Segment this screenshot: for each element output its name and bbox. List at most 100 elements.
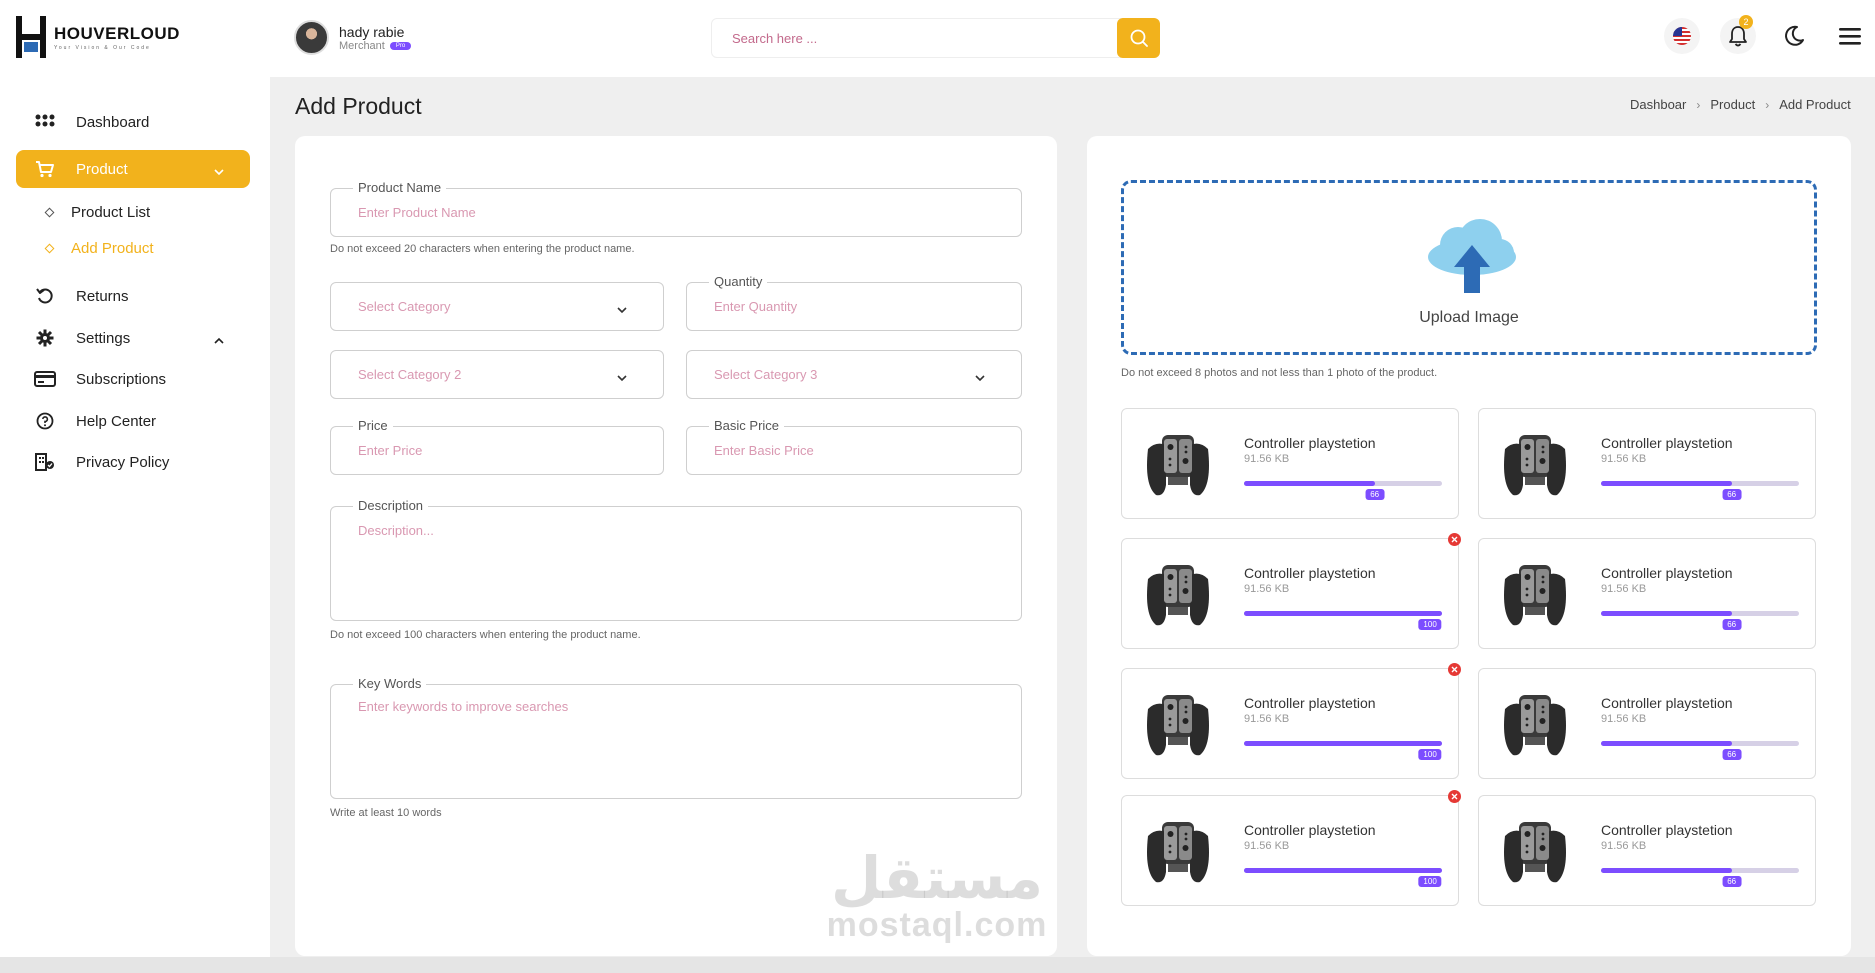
progress-value: 66	[1722, 619, 1742, 630]
chevron-down-icon	[975, 369, 985, 387]
progress-value: 100	[1418, 876, 1442, 887]
field-label: Description	[353, 498, 429, 513]
quantity-field[interactable]: Quantity Enter Quantity	[686, 274, 1022, 331]
controller-thumbnail	[1138, 425, 1218, 505]
upload-progress-bar: 100	[1244, 868, 1442, 887]
price-field[interactable]: Price Enter Price	[330, 418, 664, 475]
upload-progress-bar: 66	[1601, 741, 1799, 760]
logo-icon	[14, 16, 48, 58]
sidebar-item-label: Privacy Policy	[76, 453, 170, 471]
sidebar-item-dashboard[interactable]: Dashboard	[16, 103, 250, 141]
sidebar-item-label: Returns	[76, 287, 129, 305]
user-profile[interactable]: hady rabie Merchant Pro	[294, 20, 412, 55]
controller-thumbnail	[1138, 555, 1218, 635]
progress-fill	[1244, 611, 1442, 616]
keywords-hint: Write at least 10 words	[330, 807, 442, 819]
sidebar-item-privacy-policy[interactable]: Privacy Policy	[16, 443, 250, 481]
sidebar-subitem-label: Product List	[71, 204, 151, 221]
progress-value: 66	[1365, 489, 1385, 500]
brand-tagline: Your Vision & Our Code	[54, 44, 151, 51]
sidebar-item-help-center[interactable]: Help Center	[16, 402, 250, 440]
controller-thumbnail	[1138, 812, 1218, 892]
image-title: Controller playstetion	[1244, 822, 1376, 838]
field-placeholder: Enter Product Name	[358, 205, 476, 220]
image-size: 91.56 KB	[1601, 583, 1647, 595]
field-placeholder: Enter keywords to improve searches	[358, 699, 569, 714]
dark-mode-toggle[interactable]	[1776, 18, 1812, 54]
breadcrumb-dashboard[interactable]: Dashboar	[1630, 97, 1686, 112]
watermark-arabic: مستقل	[830, 844, 1044, 912]
product-name-field[interactable]: Product Name Enter Product Name	[330, 180, 1022, 237]
grid-icon	[34, 111, 56, 133]
description-hint: Do not exceed 100 characters when enteri…	[330, 629, 641, 641]
sidebar-subitem-product-list[interactable]: Product List	[44, 204, 151, 221]
field-label: Quantity	[709, 274, 768, 289]
sidebar-item-label: Dashboard	[76, 113, 150, 131]
upload-progress-bar: 66	[1601, 611, 1799, 630]
sidebar-item-label: Product	[76, 160, 128, 178]
remove-image-button[interactable]	[1448, 533, 1461, 546]
brand-logo[interactable]: HOUVERLOUD Your Vision & Our Code	[14, 16, 180, 58]
progress-fill	[1601, 741, 1732, 746]
upload-dropzone[interactable]: Upload Image	[1121, 180, 1817, 355]
sidebar-item-label: Subscriptions	[76, 370, 167, 388]
image-size: 91.56 KB	[1244, 453, 1290, 465]
chevron-right-icon: ›	[1765, 97, 1770, 112]
sidebar-item-product[interactable]: Product	[16, 150, 250, 188]
field-label: Price	[353, 418, 393, 433]
moon-icon	[1785, 25, 1804, 46]
basic-price-field[interactable]: Basic Price Enter Basic Price	[686, 418, 1022, 475]
upload-progress-bar: 66	[1601, 868, 1799, 887]
field-label: Product Name	[353, 180, 447, 195]
image-card[interactable]: Controller playstetion 91.56 KB 66	[1478, 795, 1816, 906]
menu-button[interactable]	[1832, 18, 1868, 54]
controller-thumbnail	[1495, 555, 1575, 635]
sidebar-item-returns[interactable]: Returns	[16, 277, 250, 315]
image-card[interactable]: Controller playstetion 91.56 KB 66	[1478, 668, 1816, 779]
progress-value: 66	[1722, 749, 1742, 760]
category3-select[interactable]: Select Category 3	[686, 350, 1022, 399]
image-card[interactable]: Controller playstetion 91.56 KB 100	[1121, 663, 1461, 779]
sidebar-item-label: Help Center	[76, 412, 157, 430]
field-placeholder: Enter Quantity	[714, 299, 798, 314]
breadcrumb-product[interactable]: Product	[1710, 97, 1755, 112]
image-card[interactable]: Controller playstetion 91.56 KB 66	[1478, 538, 1816, 649]
controller-thumbnail	[1495, 812, 1575, 892]
chevron-right-icon: ›	[1696, 97, 1701, 112]
close-icon	[1451, 666, 1458, 673]
cloud-upload-icon	[1428, 219, 1516, 293]
diamond-icon	[44, 243, 55, 254]
top-bar: HOUVERLOUD Your Vision & Our Code hady r…	[0, 0, 1875, 77]
image-card[interactable]: Controller playstetion 91.56 KB 100	[1121, 533, 1461, 649]
user-name: hady rabie	[339, 23, 405, 40]
sidebar-item-subscriptions[interactable]: Subscriptions	[16, 360, 250, 398]
progress-fill	[1244, 868, 1442, 873]
language-button[interactable]	[1664, 18, 1700, 54]
sidebar-subitem-add-product[interactable]: Add Product	[44, 240, 154, 257]
image-title: Controller playstetion	[1601, 565, 1733, 581]
field-placeholder: Select Category	[358, 299, 451, 314]
category2-select[interactable]: Select Category 2	[330, 350, 664, 399]
image-title: Controller playstetion	[1244, 565, 1376, 581]
page-title: Add Product	[295, 93, 422, 119]
sidebar-item-settings[interactable]: Settings	[16, 319, 250, 357]
chevron-down-icon	[617, 301, 627, 319]
remove-image-button[interactable]	[1448, 790, 1461, 803]
description-field[interactable]: Description Description...	[330, 498, 1022, 621]
search-button[interactable]	[1117, 18, 1160, 58]
sidebar-subitem-label: Add Product	[71, 240, 154, 257]
sidebar-item-label: Settings	[76, 329, 131, 347]
image-card[interactable]: Controller playstetion 91.56 KB 66	[1121, 408, 1459, 519]
category-select[interactable]: Select Category	[330, 282, 664, 331]
field-placeholder: Enter Price	[358, 443, 423, 458]
search-input[interactable]	[711, 18, 1121, 58]
remove-image-button[interactable]	[1448, 663, 1461, 676]
image-card[interactable]: Controller playstetion 91.56 KB 66	[1478, 408, 1816, 519]
pro-badge: Pro	[389, 41, 412, 50]
controller-thumbnail	[1495, 425, 1575, 505]
image-card[interactable]: Controller playstetion 91.56 KB 100	[1121, 790, 1461, 906]
notifications-button[interactable]: 2	[1720, 15, 1756, 54]
upload-progress-bar: 100	[1244, 611, 1442, 630]
keywords-field[interactable]: Key Words Enter keywords to improve sear…	[330, 676, 1022, 799]
image-title: Controller playstetion	[1601, 695, 1733, 711]
